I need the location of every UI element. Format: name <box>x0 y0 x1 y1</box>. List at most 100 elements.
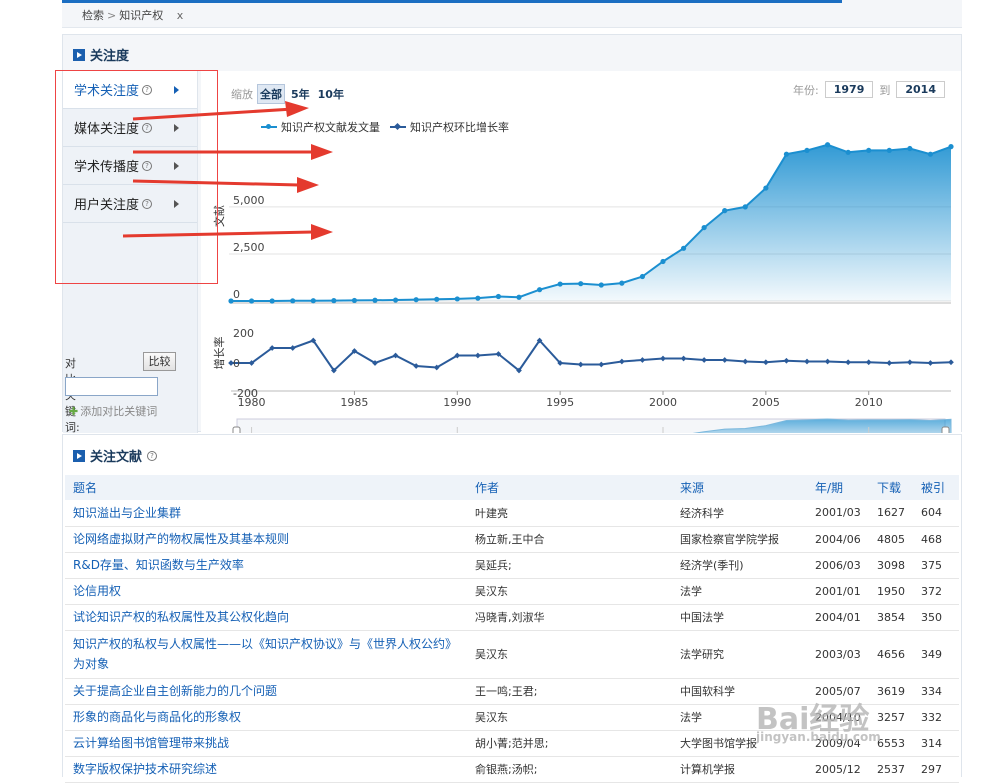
data-point[interactable] <box>392 297 399 303</box>
cell-title[interactable]: R&D存量、知识函数与生产效率 <box>65 552 467 579</box>
data-point[interactable] <box>742 358 749 365</box>
compare-keyword-input[interactable] <box>65 377 158 396</box>
data-point[interactable] <box>639 273 646 280</box>
breadcrumb-root[interactable]: 检索 <box>82 9 104 22</box>
cell-title[interactable]: 知识溢出与企业集群 <box>65 500 467 527</box>
data-point[interactable] <box>475 295 481 301</box>
data-point[interactable] <box>475 352 481 359</box>
series-line-growth[interactable] <box>231 338 952 373</box>
cell-title[interactable]: 云计算给图书馆管理带来挑战 <box>65 730 467 757</box>
data-point[interactable] <box>248 298 255 304</box>
data-point[interactable] <box>516 294 522 300</box>
data-point[interactable] <box>907 359 913 366</box>
data-point[interactable] <box>845 359 851 366</box>
data-point[interactable] <box>290 298 296 304</box>
column-header-source[interactable]: 来源 <box>672 475 807 500</box>
data-point[interactable] <box>619 280 625 286</box>
navigator-handle-right[interactable] <box>941 426 950 433</box>
cell-citations: 314 <box>913 730 959 757</box>
data-point[interactable] <box>495 293 502 300</box>
data-point[interactable] <box>701 357 707 363</box>
section-arrow-icon <box>73 48 85 61</box>
table-row[interactable]: 知识溢出与企业集群 叶建亮 经济科学 2001/03 1627 604 <box>65 500 959 527</box>
y-tick-label: 0 <box>233 288 240 301</box>
data-point[interactable] <box>578 281 584 287</box>
data-point[interactable] <box>289 345 296 351</box>
data-point[interactable] <box>269 298 275 304</box>
data-point[interactable] <box>742 204 748 210</box>
data-point[interactable] <box>660 258 666 265</box>
data-point[interactable] <box>783 357 790 364</box>
data-point[interactable] <box>948 359 954 366</box>
table-row[interactable]: 知识产权的私权与人权属性——以《知识产权协议》与《世界人权公约》为对象 吴汉东 法学… <box>65 630 959 679</box>
data-point[interactable] <box>763 359 769 366</box>
data-point[interactable] <box>886 360 893 366</box>
data-point[interactable] <box>721 357 728 363</box>
data-point[interactable] <box>434 296 440 302</box>
help-icon[interactable]: ? <box>147 450 158 461</box>
column-header-author[interactable]: 作者 <box>467 475 672 500</box>
column-header-citations[interactable]: 被引 <box>913 475 959 500</box>
data-point[interactable] <box>598 282 604 288</box>
cell-title[interactable]: 数字版权保护技术研究综述 <box>65 756 467 783</box>
cell-title[interactable]: 论网络虚拟财产的物权属性及其基本规则 <box>65 526 467 553</box>
data-point[interactable] <box>701 224 707 231</box>
breadcrumb-close-icon[interactable]: x <box>177 9 184 22</box>
cell-source: 中国法学 <box>672 604 807 631</box>
data-point[interactable] <box>639 357 646 363</box>
compare-button[interactable]: 比较 <box>143 352 176 371</box>
data-point[interactable] <box>865 359 872 366</box>
cell-title[interactable]: 论信用权 <box>65 578 467 605</box>
column-header-downloads[interactable]: 下载 <box>869 475 913 500</box>
cell-issue: 2003/03 <box>807 630 869 679</box>
cell-citations: 468 <box>913 526 959 553</box>
navigator-handle-left[interactable] <box>232 426 241 433</box>
add-compare-keyword-link[interactable]: ✚ 添加对比关键词 <box>69 403 157 419</box>
data-point[interactable] <box>372 297 378 303</box>
data-point[interactable] <box>536 287 543 293</box>
data-point[interactable] <box>619 358 625 365</box>
attention-chart[interactable]: 02,5005,000-2000200文献增长率1980 1985 1990 1995… <box>201 71 961 433</box>
data-point[interactable] <box>783 151 790 157</box>
data-point[interactable] <box>763 185 769 191</box>
cell-issue: 2001/01 <box>807 578 869 605</box>
table-row[interactable]: 试论知识产权的私权属性及其公权化趋向 冯晓青,刘淑华 中国法学 2004/01 3854… <box>65 604 959 631</box>
data-point[interactable] <box>413 297 419 303</box>
data-point[interactable] <box>454 296 460 302</box>
data-point[interactable] <box>351 297 358 304</box>
data-point[interactable] <box>331 298 337 304</box>
cell-title[interactable]: 试论知识产权的私权属性及其公权化趋向 <box>65 604 467 631</box>
data-point[interactable] <box>927 151 934 157</box>
cell-issue: 2004/01 <box>807 604 869 631</box>
column-header-issue[interactable]: 年/期 <box>807 475 869 500</box>
table-row[interactable]: R&D存量、知识函数与生产效率 吴延兵; 经济学(季刊) 2006/03 3098 375 <box>65 552 959 579</box>
data-point[interactable] <box>722 208 728 214</box>
data-point[interactable] <box>804 358 810 365</box>
data-point[interactable] <box>680 355 687 362</box>
data-point[interactable] <box>577 361 584 368</box>
column-header-title[interactable]: 题名 <box>65 475 467 500</box>
data-point[interactable] <box>824 358 831 365</box>
data-point[interactable] <box>886 147 892 154</box>
data-point[interactable] <box>927 360 934 366</box>
cell-title[interactable]: 关于提高企业自主创新能力的几个问题 <box>65 678 467 705</box>
data-point[interactable] <box>907 145 913 152</box>
data-point[interactable] <box>866 147 872 154</box>
data-point[interactable] <box>804 147 810 154</box>
data-point[interactable] <box>948 144 954 150</box>
x-tick-label: 2010 <box>855 396 883 409</box>
cell-citations: 332 <box>913 704 959 731</box>
data-point[interactable] <box>310 298 316 304</box>
data-point[interactable] <box>660 355 666 362</box>
data-point[interactable] <box>680 245 687 251</box>
data-point[interactable] <box>845 149 851 155</box>
data-point[interactable] <box>557 281 563 287</box>
annotation-box <box>55 70 218 284</box>
cell-title[interactable]: 形象的商品化与商品化的形象权 <box>65 704 467 731</box>
table-row[interactable]: 数字版权保护技术研究综述 俞银燕;汤帜; 计算机学报 2005/12 2537 297 <box>65 756 959 783</box>
data-point[interactable] <box>824 142 831 148</box>
data-point[interactable] <box>598 361 605 368</box>
table-row[interactable]: 论信用权 吴汉东 法学 2001/01 1950 372 <box>65 578 959 605</box>
table-row[interactable]: 论网络虚拟财产的物权属性及其基本规则 杨立新,王中合 国家检察官学院学报 2004/0… <box>65 526 959 553</box>
cell-title[interactable]: 知识产权的私权与人权属性——以《知识产权协议》与《世界人权公约》为对象 <box>65 630 467 679</box>
